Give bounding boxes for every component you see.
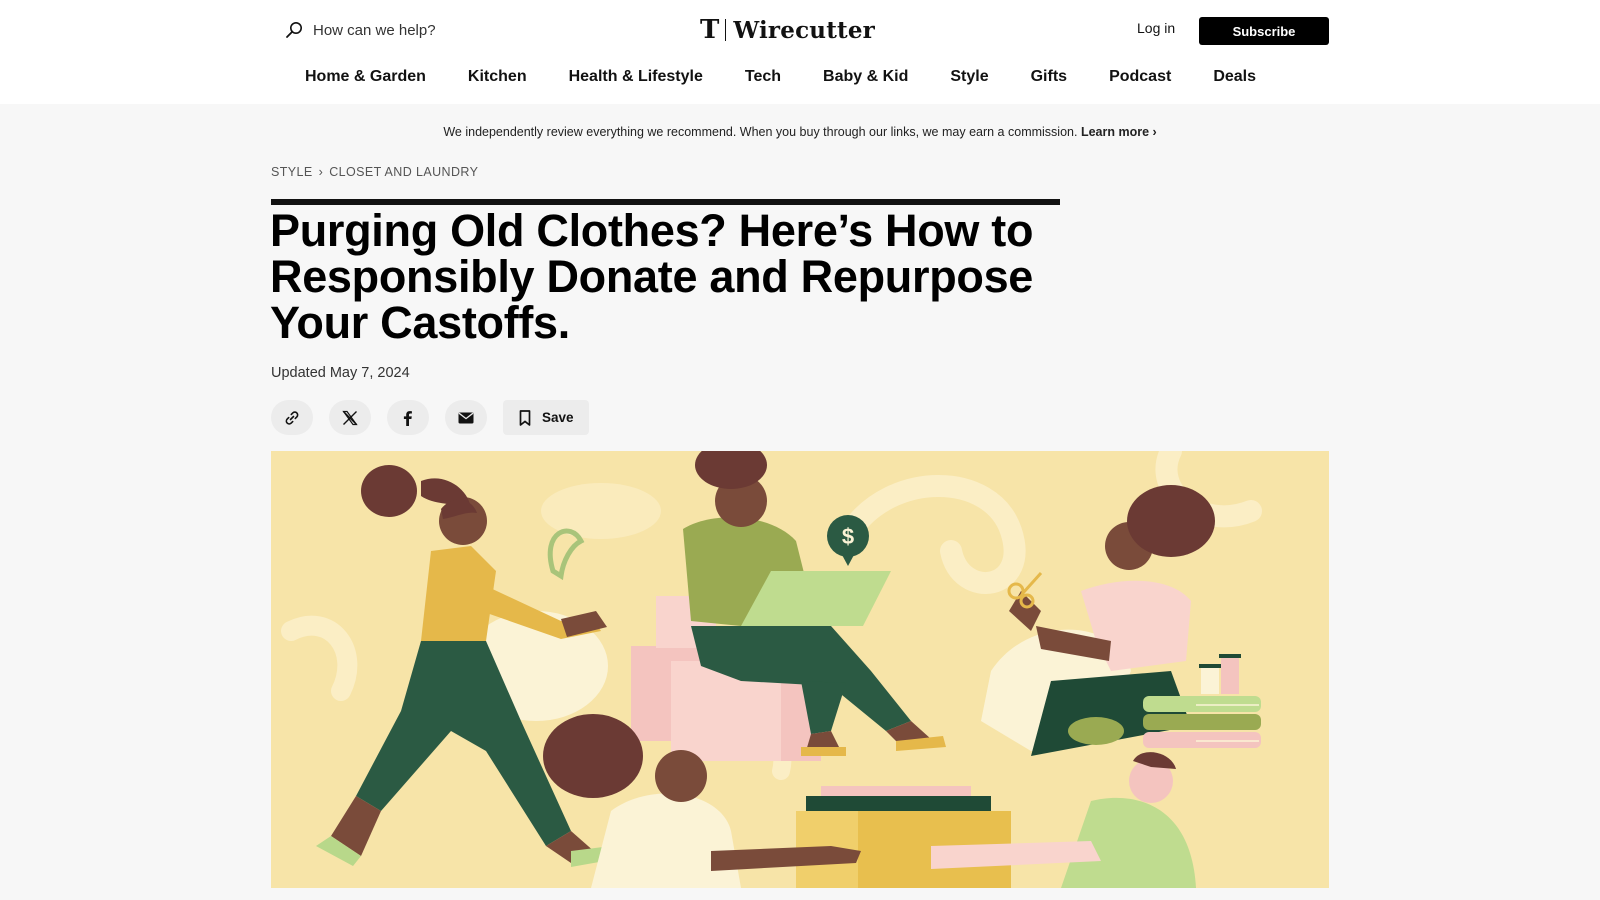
share-facebook-button[interactable] [387, 400, 429, 435]
subscribe-button[interactable]: Subscribe [1199, 17, 1329, 45]
nav-baby-kid[interactable]: Baby & Kid [823, 68, 908, 86]
nav-deals[interactable]: Deals [1213, 68, 1256, 86]
logo-wordmark: Wirecutter [733, 16, 875, 44]
nav-style[interactable]: Style [950, 68, 988, 86]
wirecutter-logo[interactable]: T Wirecutter [700, 14, 875, 46]
breadcrumb-closet-laundry[interactable]: CLOSET AND LAUNDRY [329, 165, 478, 179]
copy-link-button[interactable] [271, 400, 313, 435]
search-box[interactable]: How can we help? [284, 18, 436, 42]
share-email-button[interactable] [445, 400, 487, 435]
bookmark-icon [519, 409, 531, 426]
share-toolbar: Save [271, 400, 589, 435]
nav-gifts[interactable]: Gifts [1031, 68, 1067, 86]
breadcrumb-separator: › [318, 165, 324, 179]
clothes-donation-illustration: $ [271, 451, 1329, 888]
x-logo-icon [342, 410, 358, 425]
search-placeholder: How can we help? [313, 21, 436, 39]
link-icon [285, 410, 299, 425]
share-x-button[interactable] [329, 400, 371, 435]
disclosure-text: We independently review everything we re… [443, 125, 1078, 139]
login-link[interactable]: Log in [1137, 20, 1175, 36]
breadcrumb: STYLE › CLOSET AND LAUNDRY [271, 165, 478, 179]
save-label: Save [542, 410, 574, 425]
nav-health-lifestyle[interactable]: Health & Lifestyle [569, 68, 703, 86]
nav-tech[interactable]: Tech [745, 68, 781, 86]
facebook-icon [403, 410, 412, 426]
search-icon [286, 22, 302, 38]
breadcrumb-style[interactable]: STYLE [271, 165, 313, 179]
nav-kitchen[interactable]: Kitchen [468, 68, 527, 86]
main-nav: Home & Garden Kitchen Health & Lifestyle… [305, 68, 1298, 86]
nav-podcast[interactable]: Podcast [1109, 68, 1171, 86]
learn-more-link[interactable]: Learn more › [1081, 125, 1157, 139]
hero-illustration: $ [271, 451, 1329, 888]
site-header: How can we help? T Wirecutter Log in Sub… [0, 0, 1600, 104]
email-icon [458, 412, 474, 423]
updated-date: Updated May 7, 2024 [271, 365, 410, 381]
dollar-badge: $ [842, 524, 854, 549]
save-button[interactable]: Save [503, 400, 589, 435]
nav-home-garden[interactable]: Home & Garden [305, 68, 426, 86]
nyt-t-logo: T [700, 15, 720, 45]
affiliate-disclosure: We independently review everything we re… [0, 125, 1600, 139]
logo-divider [725, 19, 727, 41]
article-title: Purging Old Clothes? Here’s How to Respo… [270, 205, 1034, 348]
